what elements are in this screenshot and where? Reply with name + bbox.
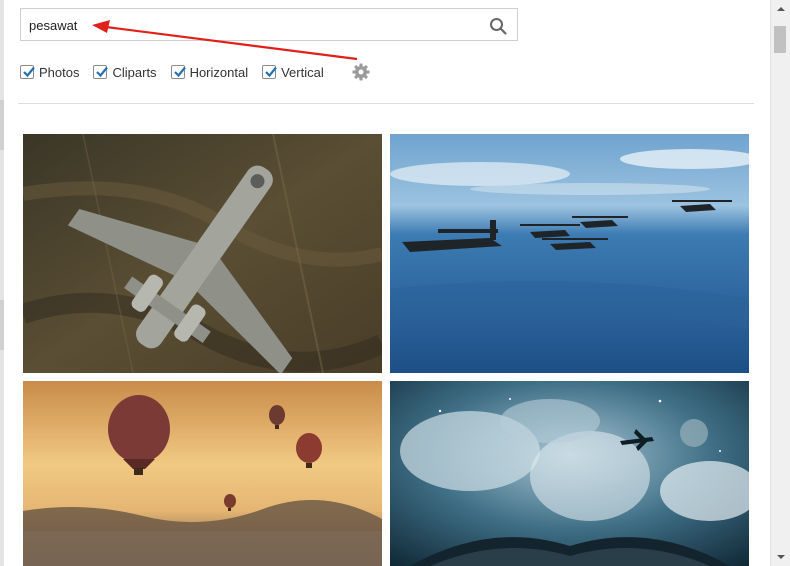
scroll-down-icon[interactable] bbox=[775, 552, 787, 562]
cliparts-label: Cliparts bbox=[112, 64, 157, 80]
horizontal-label: Horizontal bbox=[189, 64, 249, 80]
checkmark-icon bbox=[23, 66, 35, 78]
checkmark-icon bbox=[96, 66, 109, 78]
vertical-label: Vertical bbox=[281, 64, 324, 80]
search-icon[interactable] bbox=[489, 17, 507, 35]
checkmark-icon bbox=[173, 66, 186, 78]
search-input[interactable] bbox=[29, 15, 469, 35]
result-image-jet-desert[interactable] bbox=[23, 134, 382, 373]
filter-options: Photos Cliparts Horizontal Vertical bbox=[20, 62, 370, 82]
vertical-scrollbar[interactable] bbox=[770, 0, 790, 566]
divider bbox=[18, 103, 754, 104]
vertical-checkbox[interactable] bbox=[262, 65, 277, 79]
horizontal-checkbox[interactable] bbox=[170, 65, 186, 79]
image-search-dialog: Photos Cliparts Horizontal bbox=[4, 0, 770, 566]
result-image-balloons[interactable] bbox=[23, 381, 382, 566]
filter-horizontal[interactable]: Horizontal bbox=[170, 64, 249, 80]
filter-vertical[interactable]: Vertical bbox=[262, 65, 324, 80]
photos-checkbox[interactable] bbox=[20, 65, 35, 79]
result-image-ocean-aircraft[interactable] bbox=[390, 134, 749, 373]
checkmark-icon bbox=[265, 66, 277, 78]
result-image-book-clouds[interactable] bbox=[390, 381, 749, 566]
filter-photos[interactable]: Photos bbox=[20, 65, 79, 80]
gear-icon[interactable] bbox=[352, 63, 370, 81]
search-box bbox=[20, 8, 518, 41]
cliparts-checkbox[interactable] bbox=[93, 65, 109, 79]
filter-cliparts[interactable]: Cliparts bbox=[93, 64, 157, 80]
scroll-up-icon[interactable] bbox=[775, 4, 787, 14]
photos-label: Photos bbox=[39, 64, 80, 80]
scroll-thumb[interactable] bbox=[774, 26, 786, 53]
